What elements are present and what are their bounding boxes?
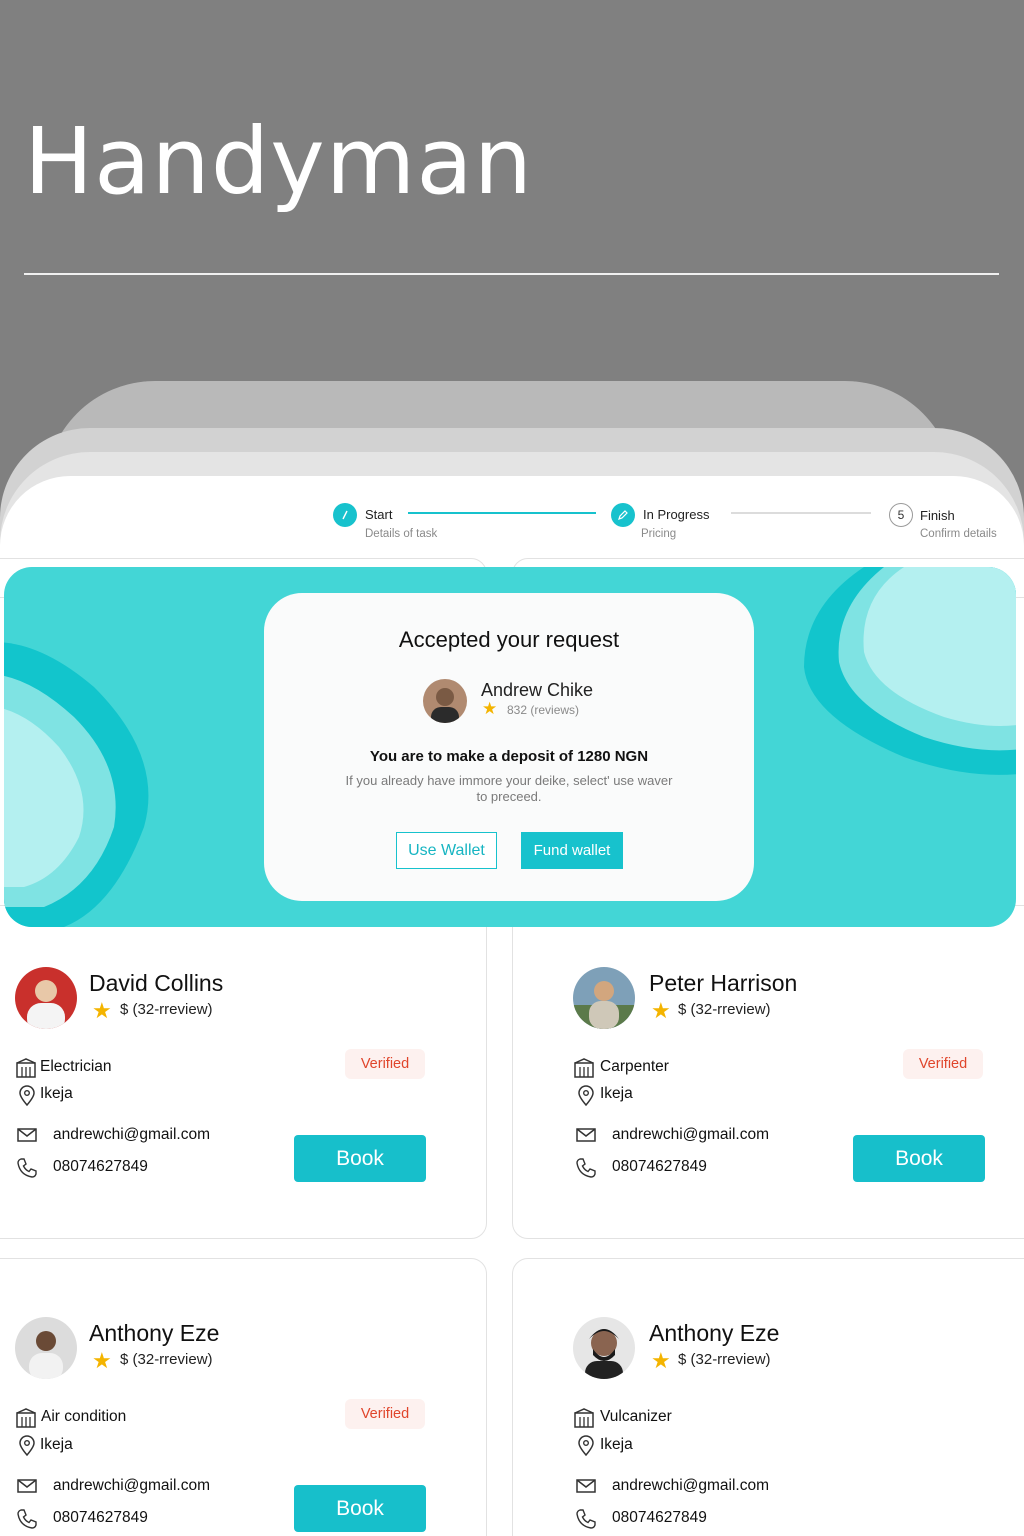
review-count: $ (32-rreview)	[120, 1351, 213, 1368]
provider-name: Anthony Eze	[649, 1320, 780, 1346]
step-finish-subtitle: Confirm details	[920, 528, 997, 540]
trade-label: Air condition	[41, 1408, 127, 1425]
step-start-label: Start	[365, 507, 393, 522]
email-text: andrewchi@gmail.com	[612, 1477, 770, 1494]
location-label: Ikeja	[600, 1436, 633, 1453]
provider-avatar	[423, 679, 467, 723]
building-icon	[16, 1058, 36, 1078]
phone-text: 08074627849	[612, 1509, 707, 1526]
location-label: Ikeja	[600, 1085, 633, 1102]
star-icon: ★	[92, 1348, 112, 1373]
email-text: andrewchi@gmail.com	[53, 1477, 211, 1494]
email-text: andrewchi@gmail.com	[612, 1126, 770, 1143]
step-finish-label: Finish	[920, 508, 955, 523]
trade-label: Electrician	[40, 1058, 112, 1075]
trade-label: Vulcanizer	[600, 1408, 672, 1425]
step-progress-label: In Progress	[643, 507, 710, 522]
review-count: $ (32-rreview)	[120, 1001, 213, 1018]
star-icon: ★	[92, 998, 112, 1023]
provider-name: David Collins	[89, 970, 224, 996]
review-count: $ (32-rreview)	[678, 1001, 771, 1018]
modal-title: Accepted your request	[398, 627, 620, 652]
building-icon	[574, 1058, 594, 1078]
deposit-message: You are to make a deposit of 1280 NGN	[369, 748, 649, 765]
avatar	[573, 967, 635, 1029]
building-icon	[574, 1408, 594, 1428]
verified-badge: Verified	[903, 1049, 983, 1079]
provider-name: Anthony Eze	[89, 1320, 220, 1346]
step-finish-number: 5	[889, 503, 913, 527]
building-icon	[16, 1408, 36, 1428]
step-progress-subtitle: Pricing	[641, 528, 677, 540]
star-icon: ★	[482, 699, 498, 718]
verified-badge: Verified	[345, 1399, 425, 1429]
mail-icon	[576, 1128, 596, 1142]
mail-icon	[576, 1479, 596, 1493]
step-start-subtitle: Details of task	[365, 528, 438, 540]
location-pin-icon	[19, 1085, 35, 1107]
phone-text: 08074627849	[53, 1158, 148, 1175]
location-label: Ikeja	[40, 1085, 73, 1102]
star-icon: ★	[651, 1348, 671, 1373]
phone-icon	[576, 1509, 596, 1529]
location-pin-icon	[578, 1085, 594, 1107]
email-text: andrewchi@gmail.com	[53, 1126, 211, 1143]
location-label: Ikeja	[40, 1436, 73, 1453]
request-accepted-modal: Accepted your request Andrew Chike ★ 832…	[264, 593, 754, 901]
avatar	[573, 1317, 635, 1379]
phone-icon	[17, 1158, 37, 1178]
page-title: Handyman	[24, 108, 534, 215]
avatar	[15, 967, 77, 1029]
location-pin-icon	[19, 1435, 35, 1457]
provider-rating: 832 (reviews)	[507, 703, 580, 717]
avatar	[15, 1317, 77, 1379]
book-button[interactable]: Book	[294, 1485, 426, 1532]
use-wallet-button[interactable]: Use Wallet	[396, 832, 497, 869]
book-button[interactable]: Book	[294, 1135, 426, 1182]
phone-text: 08074627849	[53, 1509, 148, 1526]
mail-icon	[17, 1479, 37, 1493]
deposit-note: If you already have immore your deike, s…	[345, 773, 673, 804]
phone-icon	[17, 1509, 37, 1529]
star-icon: ★	[651, 998, 671, 1023]
book-button[interactable]: Book	[853, 1135, 985, 1182]
step-progress-pencil-icon	[611, 503, 635, 527]
provider-name: Peter Harrison	[649, 970, 798, 996]
phone-icon	[576, 1158, 596, 1178]
title-divider	[24, 273, 999, 275]
provider-name: Andrew Chike	[481, 680, 594, 700]
review-count: $ (32-rreview)	[678, 1351, 771, 1368]
step-start-icon	[333, 503, 357, 527]
trade-label: Carpenter	[600, 1058, 669, 1075]
step-connector-1	[408, 512, 596, 514]
verified-badge: Verified	[345, 1049, 425, 1079]
phone-text: 08074627849	[612, 1158, 707, 1175]
fund-wallet-button[interactable]: Fund wallet	[521, 832, 623, 869]
mail-icon	[17, 1128, 37, 1142]
location-pin-icon	[578, 1435, 594, 1457]
step-connector-2	[731, 512, 871, 514]
